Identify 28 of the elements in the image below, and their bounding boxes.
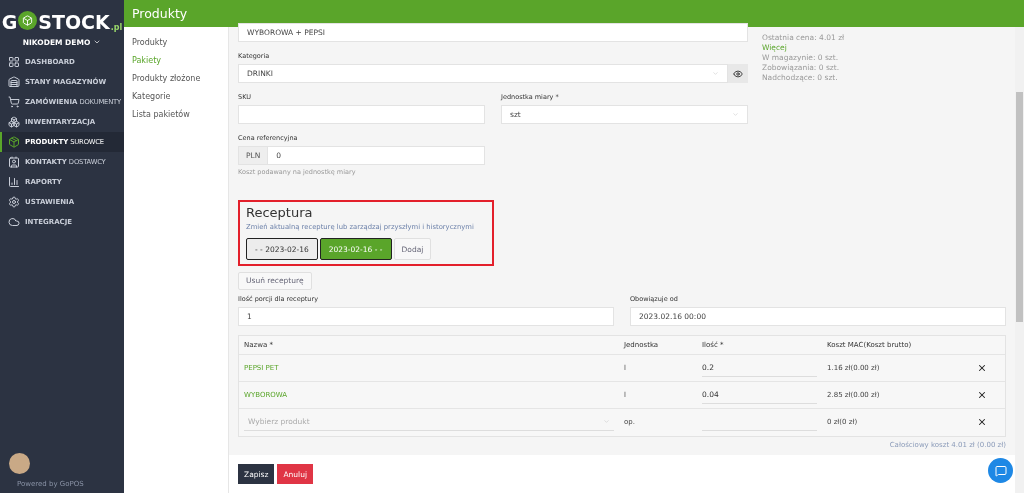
subnav-item[interactable]: Kategorie [132, 92, 228, 101]
recipe-title: Receptura [246, 205, 314, 220]
menu-icon [8, 76, 20, 88]
chat-icon [994, 464, 1007, 477]
menu-icon [8, 96, 20, 108]
close-icon[interactable] [977, 362, 987, 373]
caret-icon [93, 38, 102, 46]
subnav-item[interactable]: Produkty złożone [132, 74, 228, 83]
menu-icon [8, 116, 20, 128]
avatar[interactable] [9, 453, 30, 474]
menu-icon [8, 156, 20, 168]
menu-icon [8, 56, 20, 68]
caret-icon [732, 111, 739, 118]
logo: G STOCK.pl [0, 10, 124, 34]
box-icon [18, 11, 38, 30]
close-icon[interactable] [977, 417, 987, 427]
menu-icon [8, 196, 20, 208]
scrollbar[interactable] [1015, 27, 1024, 493]
menu-icon [8, 136, 20, 148]
subnav-item[interactable]: Lista pakietów [132, 110, 228, 119]
caret-icon [711, 70, 719, 77]
sku-field[interactable] [238, 105, 485, 124]
menu-icon [8, 176, 20, 188]
eye-icon[interactable] [727, 64, 748, 83]
menu-icon [8, 216, 20, 228]
subnav-item[interactable]: Produkty [132, 38, 228, 47]
page-title: Produkty [124, 0, 1024, 27]
close-icon[interactable] [977, 389, 987, 400]
